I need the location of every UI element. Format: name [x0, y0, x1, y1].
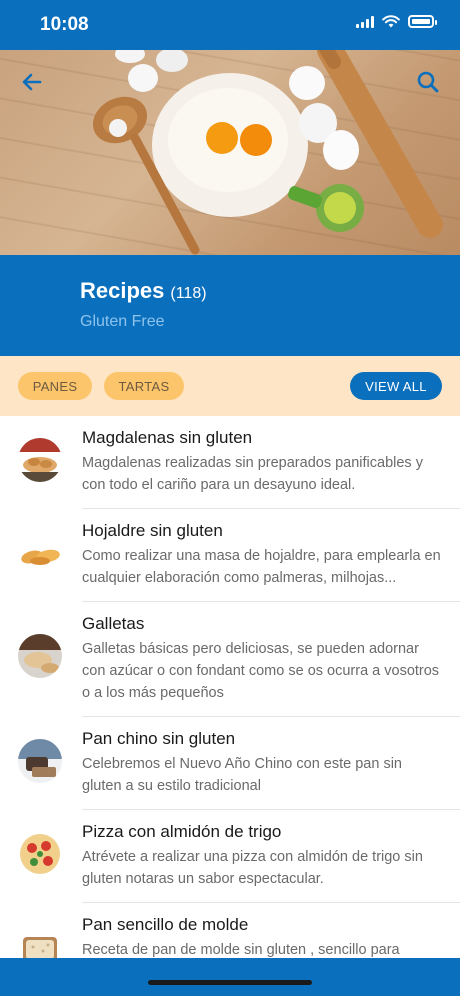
list-item[interactable]: Pan sencillo de molde Receta de pan de m… [0, 903, 460, 958]
recipe-list: Magdalenas sin gluten Magdalenas realiza… [0, 416, 460, 958]
search-icon [417, 71, 439, 93]
wifi-icon [382, 15, 400, 28]
recipe-description: Receta de pan de molde sin gluten , senc… [82, 942, 400, 958]
list-item[interactable]: Galletas Galletas básicas pero deliciosa… [0, 602, 460, 717]
category-header: Recipes (118) Gluten Free [0, 255, 460, 356]
page-title: Recipes [80, 278, 165, 303]
back-button[interactable] [18, 68, 46, 96]
recipe-description: Magdalenas realizadas sin preparados pan… [82, 455, 423, 493]
recipe-description: Galletas básicas pero deliciosas, se pue… [82, 641, 440, 701]
list-item[interactable]: Magdalenas sin gluten Magdalenas realiza… [0, 416, 460, 509]
chip-panes[interactable]: PANES [18, 372, 92, 400]
filter-bar: PANES TARTAS VIEW ALL [0, 356, 460, 416]
category-subtitle: Gluten Free [80, 313, 165, 330]
recipe-title: Galletas [82, 614, 145, 633]
recipe-thumbnail [18, 832, 62, 876]
recipe-thumbnail [18, 531, 62, 575]
signal-icon [356, 15, 374, 28]
chip-tartas[interactable]: TARTAS [104, 372, 184, 400]
hero-illustration [92, 50, 443, 255]
recipe-description: Celebremos el Nuevo Año Chino con este p… [82, 756, 402, 794]
home-indicator[interactable] [148, 980, 312, 985]
recipe-title: Pan chino sin gluten [82, 729, 236, 748]
recipe-count: (118) [170, 285, 207, 302]
title-row: Recipes (118) [80, 278, 207, 304]
recipe-description: Como realizar una masa de hojaldre, para… [82, 548, 441, 586]
recipe-thumbnail [18, 739, 62, 783]
recipe-title: Magdalenas sin gluten [82, 428, 253, 447]
recipe-title: Pizza con almidón de trigo [82, 822, 282, 841]
battery-icon [408, 15, 437, 28]
recipe-description: Atrévete a realizar una pizza con almidó… [82, 849, 423, 887]
list-item[interactable]: Pizza con almidón de trigo Atrévete a re… [0, 810, 460, 903]
recipe-thumbnail [18, 438, 62, 482]
recipe-thumbnail [18, 925, 62, 958]
recipe-title: Hojaldre sin gluten [82, 521, 223, 540]
bottom-bar [0, 958, 460, 996]
status-time: 10:08 [40, 14, 89, 35]
list-item[interactable]: Pan chino sin gluten Celebremos el Nuevo… [0, 717, 460, 810]
search-button[interactable] [414, 68, 442, 96]
back-arrow-icon [22, 73, 42, 91]
recipe-thumbnail [18, 634, 62, 678]
hero-image [0, 50, 460, 255]
status-bar: 10:08 [0, 0, 460, 50]
status-icons [356, 15, 437, 28]
recipe-title: Pan sencillo de molde [82, 915, 249, 934]
view-all-button[interactable]: VIEW ALL [350, 372, 442, 400]
list-item[interactable]: Hojaldre sin gluten Como realizar una ma… [0, 509, 460, 602]
